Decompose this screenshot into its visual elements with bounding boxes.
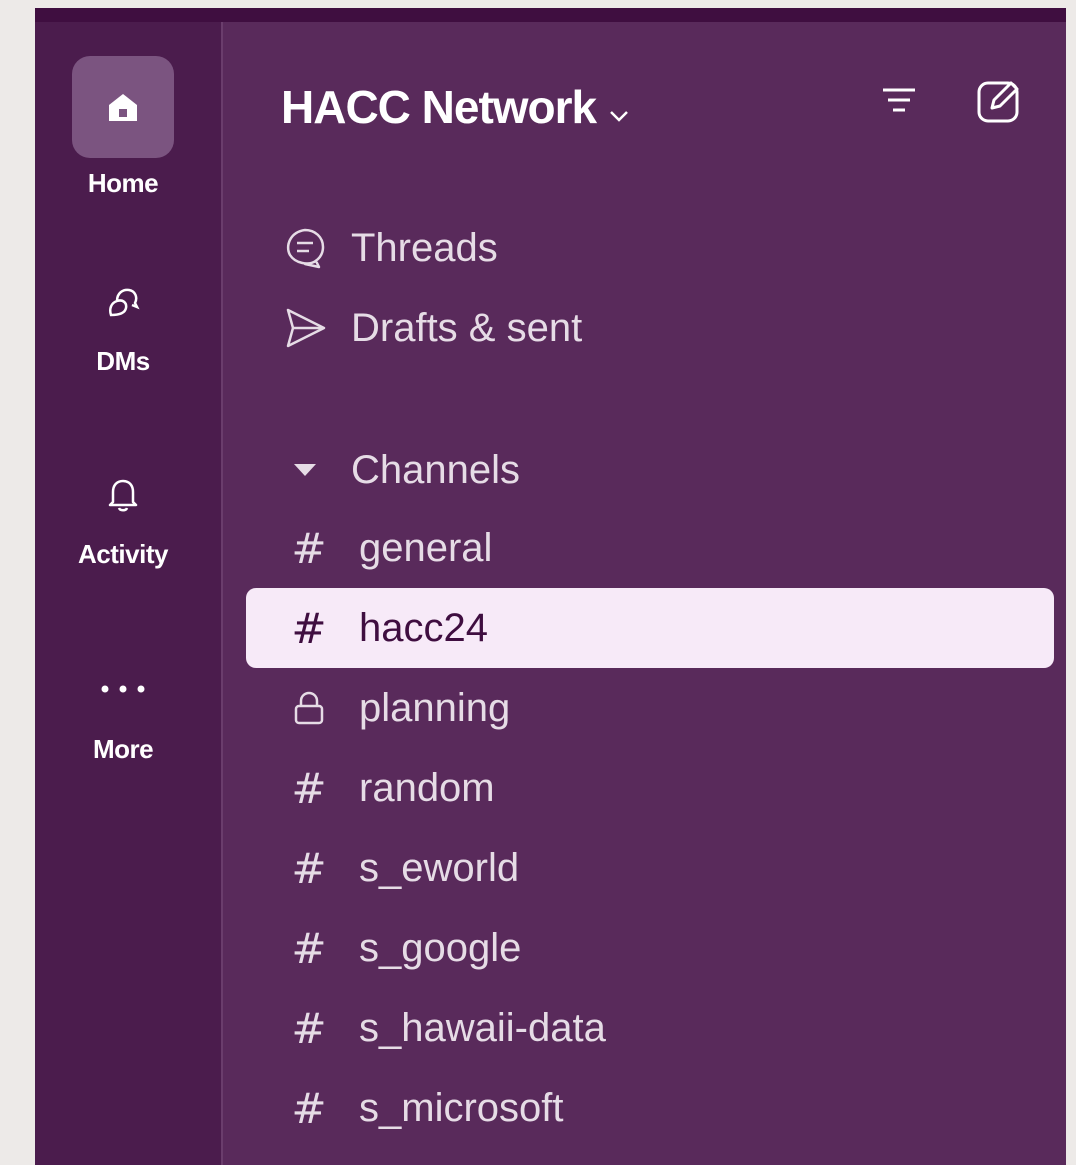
threads-icon	[281, 224, 329, 272]
channel-item[interactable]: # random	[246, 748, 1054, 828]
nav-rail: Home DMs Activity More	[35, 22, 223, 1165]
channel-name: random	[359, 765, 495, 810]
compose-button[interactable]	[971, 74, 1027, 130]
rail-label-activity: Activity	[78, 539, 168, 569]
rail-label-more: More	[92, 734, 154, 764]
hash-icon: #	[291, 763, 327, 813]
channels-header-label: Channels	[351, 447, 521, 492]
ellipsis-icon	[72, 638, 174, 740]
channel-name: s_hawaii-data	[359, 1005, 606, 1050]
hash-icon: #	[291, 1003, 327, 1053]
filter-button[interactable]	[871, 74, 927, 130]
channel-item[interactable]: # s_eworld	[246, 828, 1054, 908]
channel-item[interactable]: # s_hawaii-data	[246, 988, 1054, 1068]
channel-sidebar: HACC Network Threads Drafts & sent Chann…	[223, 22, 1066, 1165]
compose-icon	[974, 75, 1024, 130]
chevron-down-icon	[608, 80, 630, 134]
rail-item-home[interactable]: Home	[35, 56, 211, 199]
channel-item[interactable]: # s_google	[246, 908, 1054, 988]
rail-item-dms[interactable]: DMs	[35, 250, 211, 377]
workspace-switcher[interactable]: HACC Network	[281, 80, 630, 134]
nav-threads[interactable]: Threads	[281, 216, 498, 280]
rail-label-home: Home	[87, 168, 159, 198]
channel-name: hacc24	[359, 605, 488, 650]
channel-name: general	[359, 525, 493, 570]
send-icon	[281, 304, 329, 352]
channel-name: s_eworld	[359, 845, 520, 890]
channel-name: s_microsoft	[359, 1085, 564, 1130]
channel-item-selected[interactable]: # hacc24	[246, 588, 1054, 668]
rail-item-more[interactable]: More	[35, 638, 211, 765]
workspace-name: HACC Network	[281, 81, 597, 133]
slack-window: Home DMs Activity More HACC Network Thre…	[35, 8, 1066, 1165]
hash-icon: #	[291, 923, 327, 973]
lock-icon	[281, 688, 337, 728]
channel-item[interactable]: # s_microsoft	[246, 1068, 1054, 1148]
filter-icon	[877, 82, 921, 123]
hash-icon: #	[291, 843, 327, 893]
rail-label-dms: DMs	[96, 346, 150, 376]
channels-section-header[interactable]: Channels	[281, 438, 520, 502]
caret-down-icon	[281, 446, 329, 494]
dms-icon	[72, 250, 174, 352]
channel-name: s_google	[359, 925, 522, 970]
window-top-bar	[35, 8, 1066, 22]
hash-icon: #	[291, 603, 327, 653]
home-icon	[72, 56, 174, 158]
rail-item-activity[interactable]: Activity	[35, 443, 211, 570]
hash-icon: #	[291, 1083, 327, 1133]
threads-label: Threads	[351, 225, 498, 270]
nav-drafts[interactable]: Drafts & sent	[281, 296, 582, 360]
channel-name: planning	[359, 685, 511, 730]
channel-item[interactable]: # general	[246, 508, 1054, 588]
bell-icon	[72, 443, 174, 545]
drafts-label: Drafts & sent	[351, 305, 583, 350]
channel-item[interactable]: planning	[246, 668, 1054, 748]
hash-icon: #	[291, 523, 327, 573]
